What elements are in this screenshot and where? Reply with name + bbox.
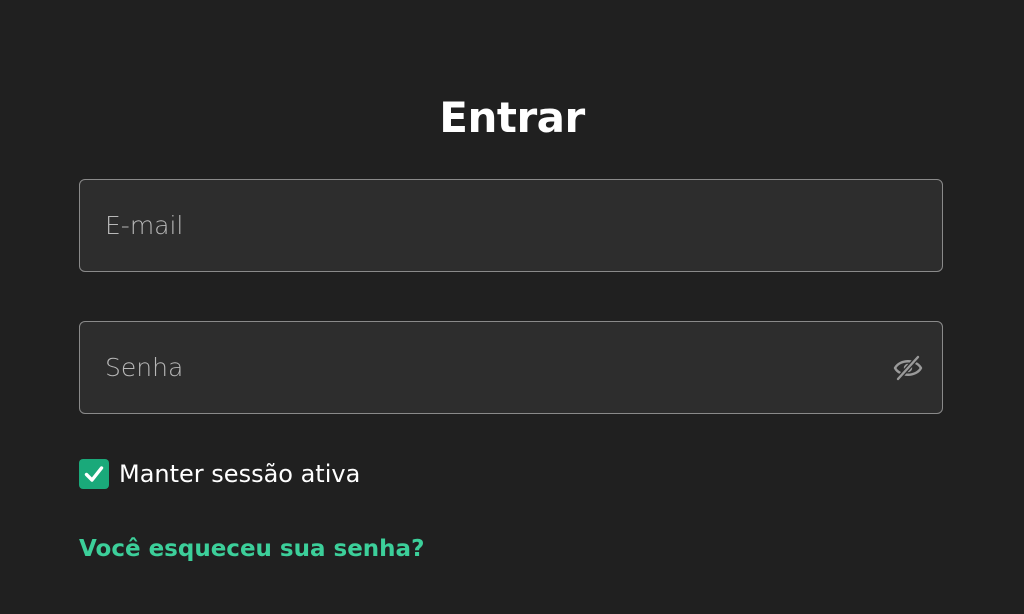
email-input[interactable] (80, 180, 942, 271)
password-field-container (79, 321, 943, 414)
page-title: Entrar (439, 93, 585, 143)
eye-off-icon[interactable] (892, 354, 924, 382)
remember-session-checkbox[interactable]: Manter sessão ativa (79, 458, 360, 490)
remember-session-label: Manter sessão ativa (119, 460, 361, 488)
email-field-container (79, 179, 943, 272)
login-page: Entrar Manter sessão ativa Você esqueceu… (0, 0, 1024, 614)
forgot-password-link[interactable]: Você esqueceu sua senha? (79, 536, 424, 562)
eye-off-icon-graphic (893, 354, 923, 382)
check-icon-graphic (84, 466, 104, 482)
check-icon[interactable] (79, 459, 109, 489)
password-input[interactable] (80, 322, 942, 413)
